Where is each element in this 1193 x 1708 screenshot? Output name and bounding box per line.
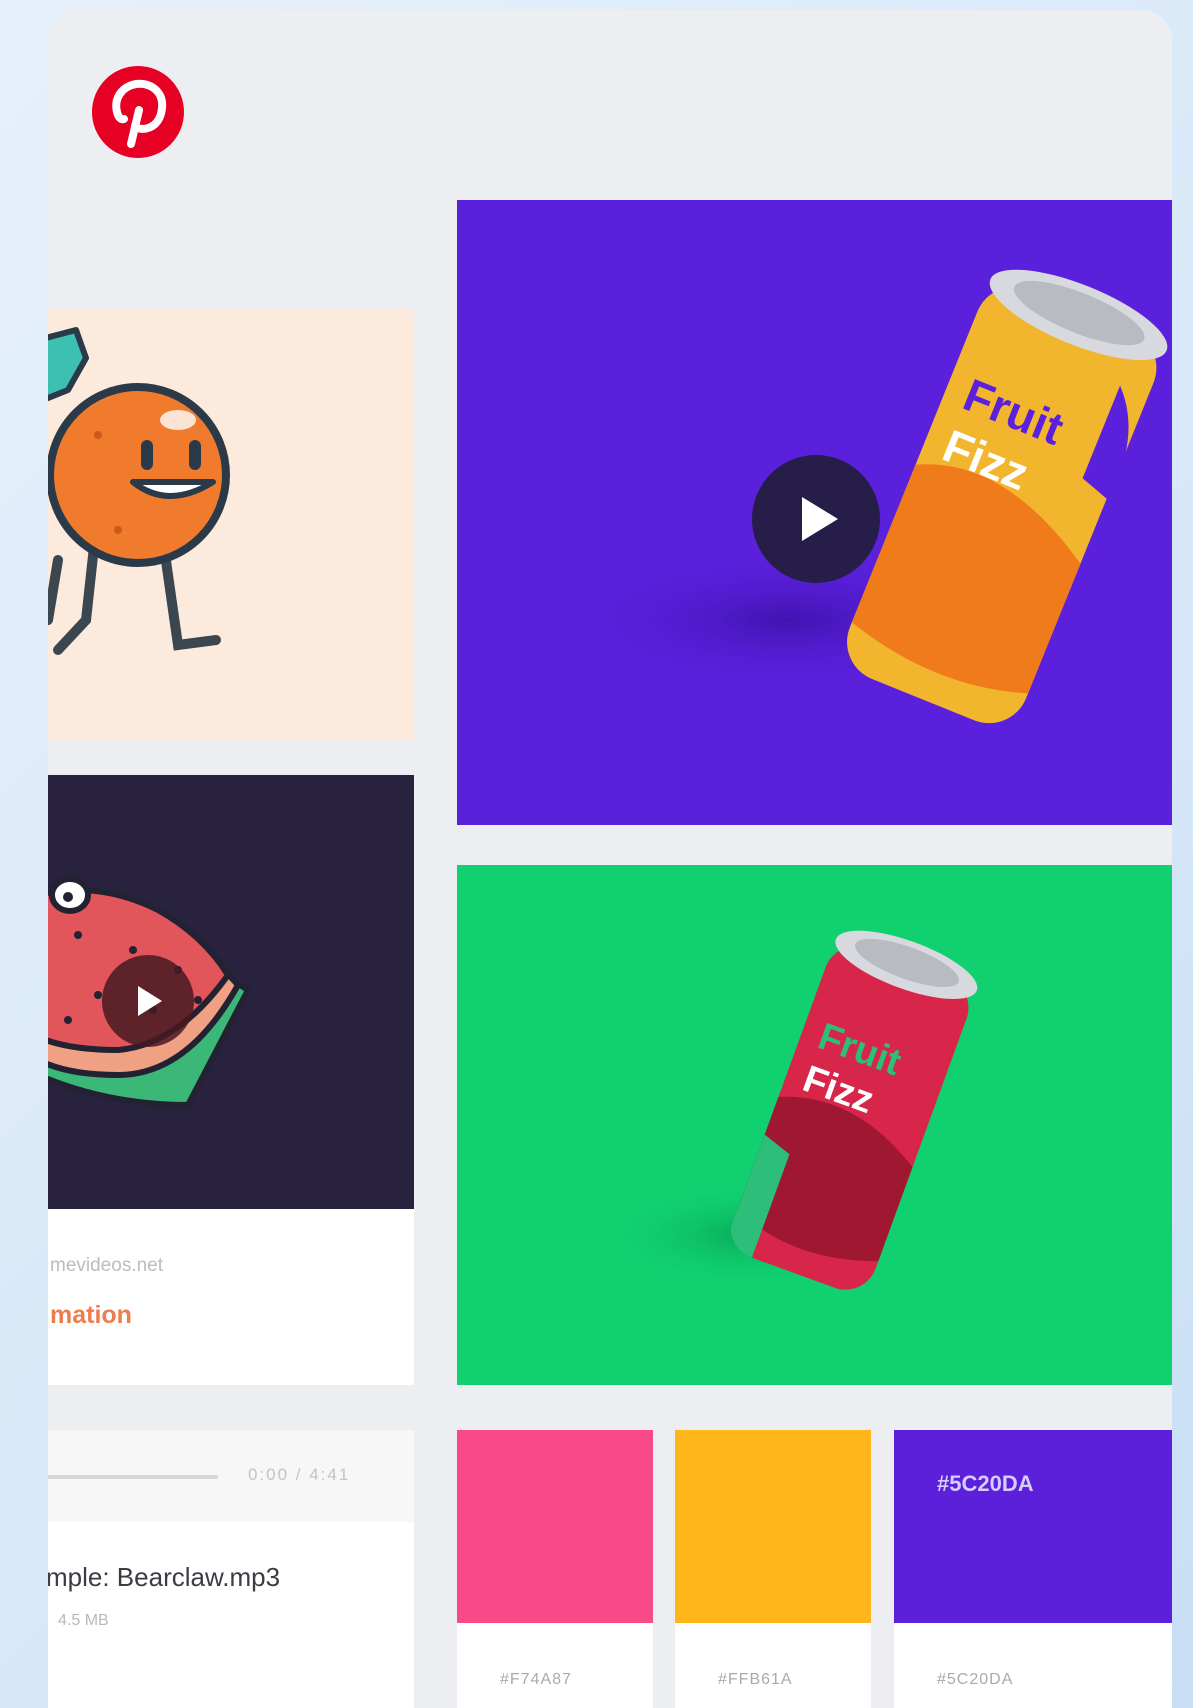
swatch-chip-label: #5C20DA [937,1471,1034,1496]
video-thumbnail[interactable] [48,775,414,1209]
pin-watermelon-video[interactable]: mevideos.net mation [48,775,414,1385]
pin-board: mevideos.net mation 0:00 / 4:41 mple: Be… [48,10,1172,1708]
pin-audio-file[interactable]: 0:00 / 4:41 mple: Bearclaw.mp3 4.5 MB [48,1430,414,1708]
audio-player: 0:00 / 4:41 [48,1430,414,1522]
play-button[interactable] [752,455,880,583]
swatch-chip: #5C20DA [894,1430,1172,1623]
pin-fruit-fizz-green[interactable]: Fruit Fizz [457,865,1172,1385]
swatch-chip [457,1430,653,1623]
fruit-fizz-can-illustration: Fruit Fizz [607,930,978,1290]
play-button[interactable] [102,955,194,1047]
audio-progress-bar[interactable] [48,1475,218,1479]
audio-filename[interactable]: mple: Bearclaw.mp3 [48,1562,280,1593]
swatch-hex-label: #F74A87 [500,1671,572,1688]
color-swatch-pink[interactable]: #F74A87 [457,1430,653,1708]
color-swatch-yellow[interactable]: #FFB61A [675,1430,871,1708]
audio-file-size: 4.5 MB [58,1612,109,1629]
play-icon [138,986,162,1016]
pin-orange-character[interactable] [48,310,414,740]
color-swatch-purple[interactable]: #5C20DA #5C20DA [894,1430,1172,1708]
audio-time: 0:00 / 4:41 [248,1465,351,1484]
pin-source-link[interactable]: mevideos.net [50,1255,163,1277]
orange-character-illustration [48,327,230,655]
pinterest-logo-icon[interactable] [88,62,188,162]
swatch-hex-label: #5C20DA [937,1671,1014,1688]
pin-fruit-fizz-purple[interactable]: Fruit Fizz [457,200,1172,825]
play-icon [802,497,838,541]
swatch-chip [675,1430,871,1623]
swatch-hex-label: #FFB61A [718,1671,793,1688]
pin-title[interactable]: mation [50,1301,132,1330]
